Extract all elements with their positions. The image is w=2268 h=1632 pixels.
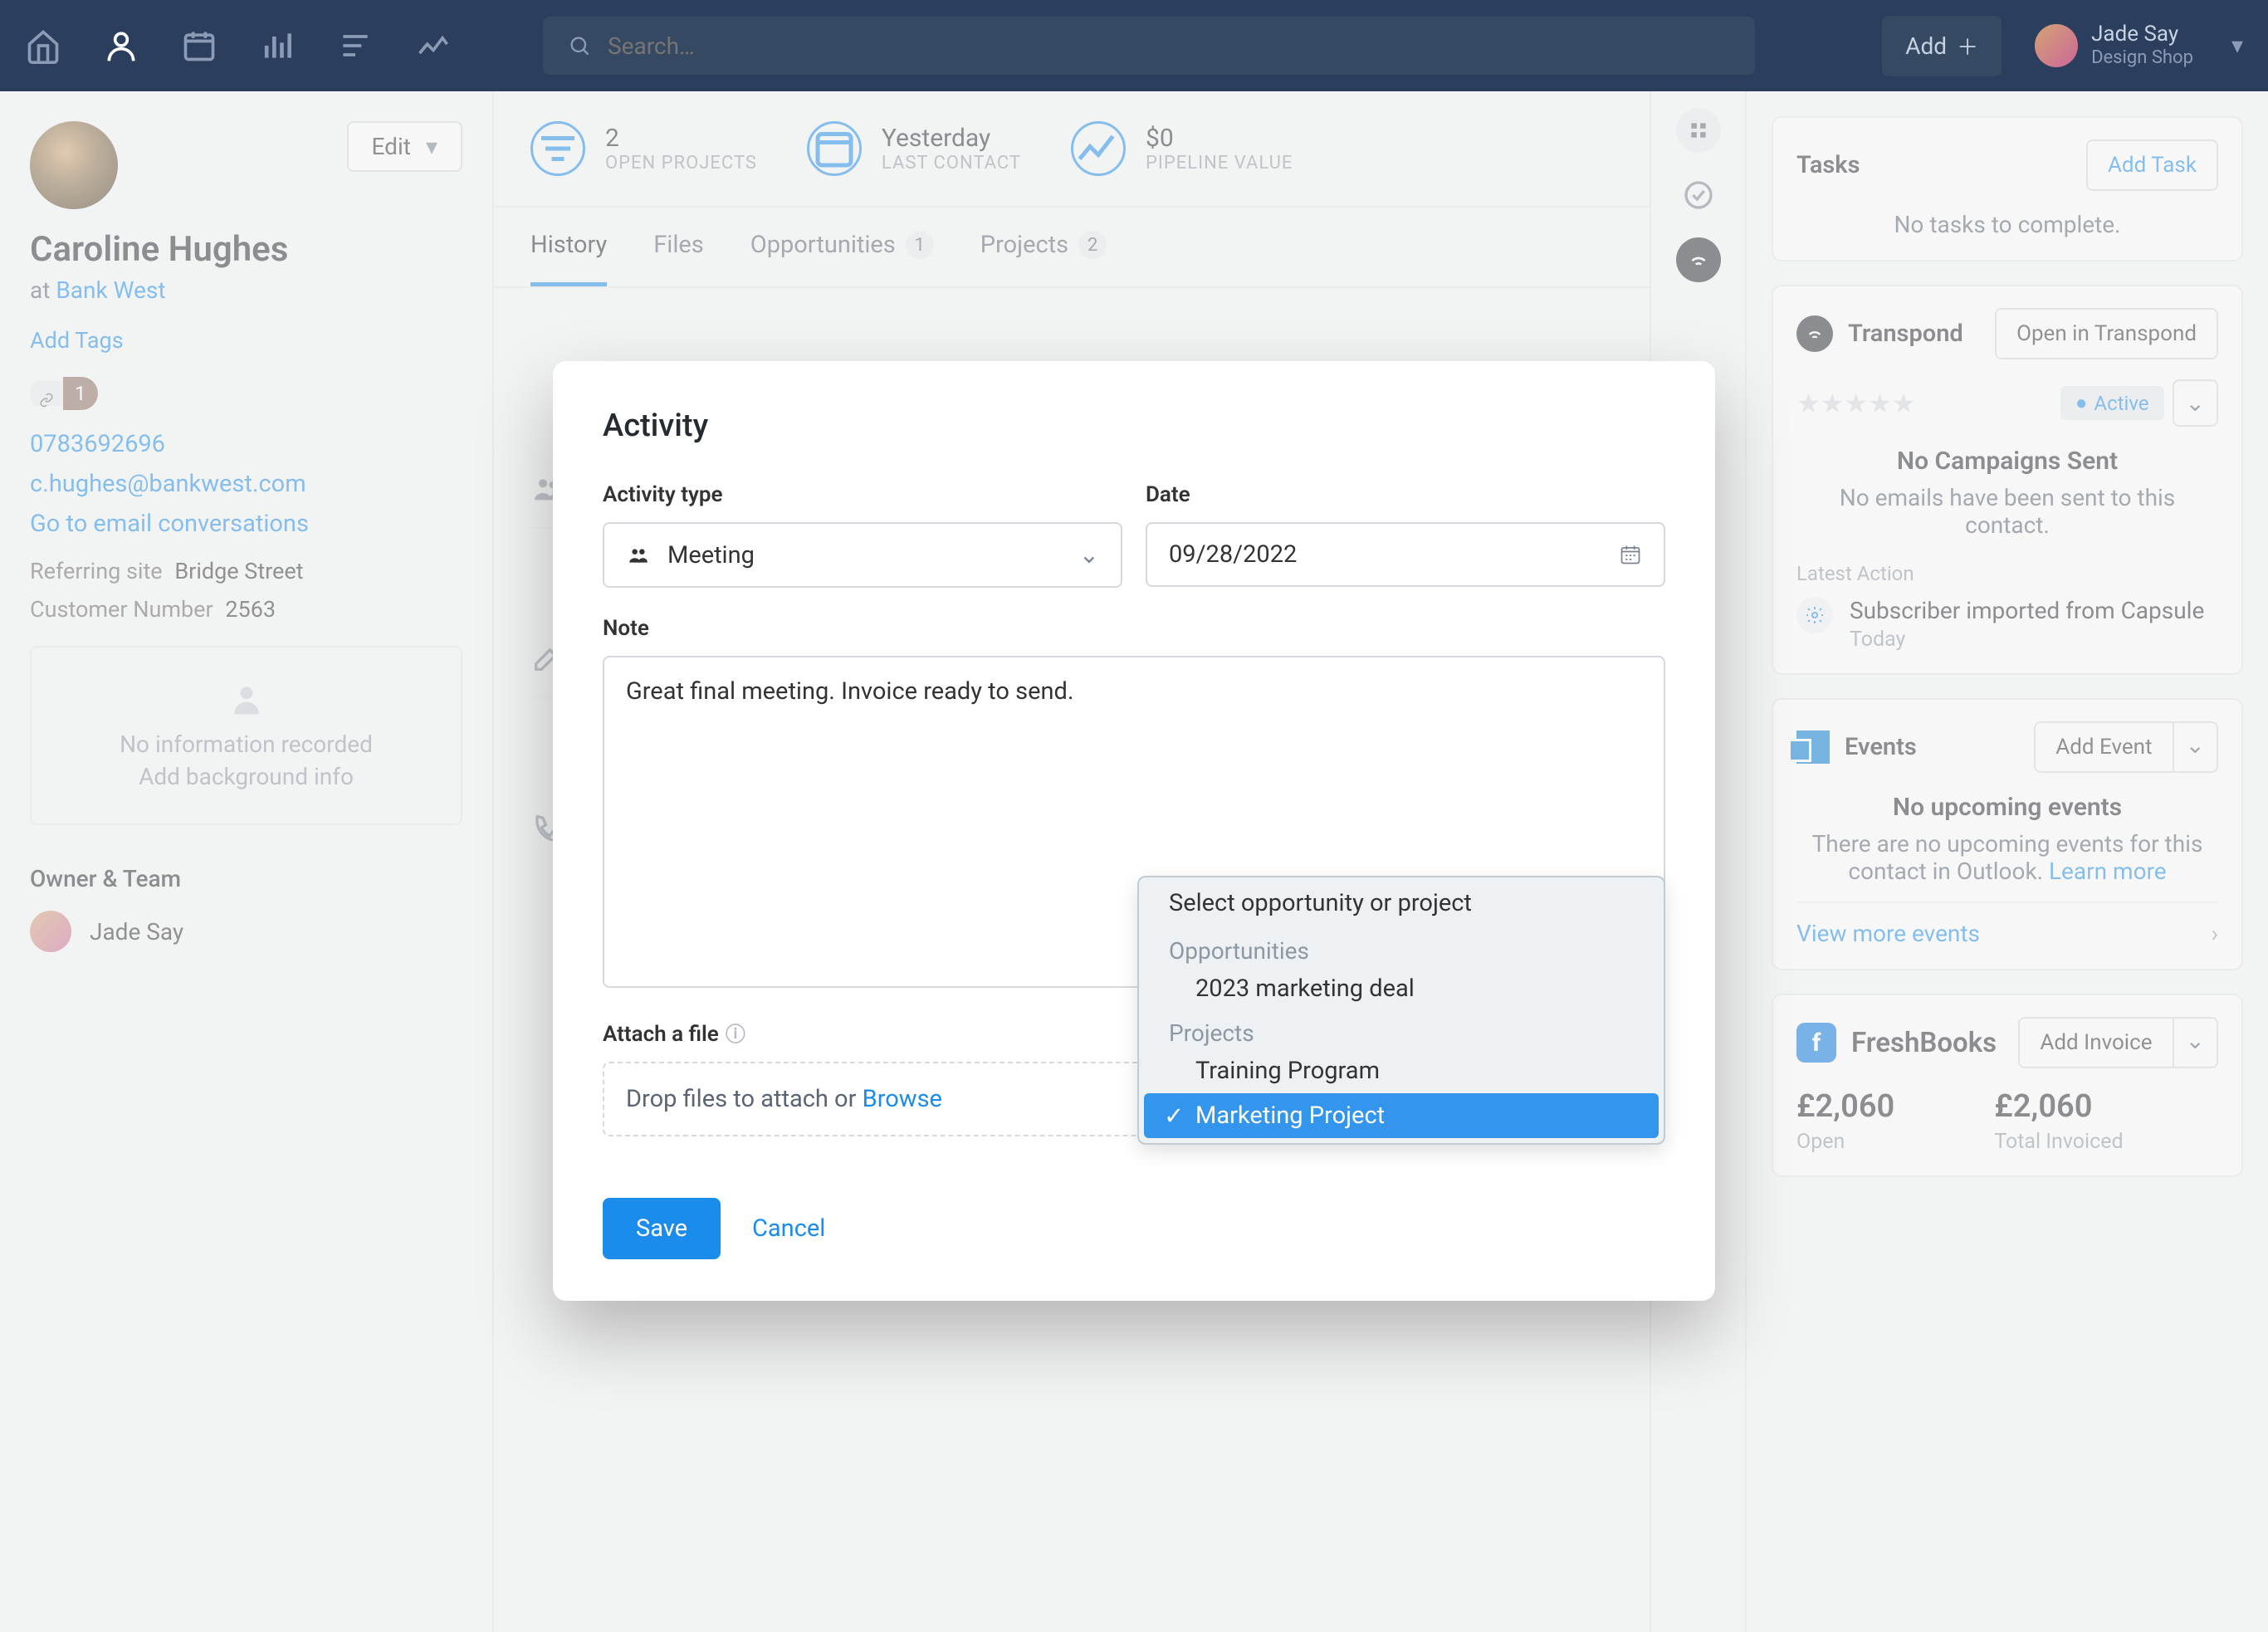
dropdown-header: Select opportunity or project <box>1139 877 1664 929</box>
chevron-down-icon: ⌄ <box>1079 540 1099 569</box>
note-label: Note <box>603 616 1665 641</box>
modal-title: Activity <box>603 408 1665 444</box>
save-button[interactable]: Save <box>603 1198 721 1259</box>
modal-backdrop: Activity Activity type Meeting ⌄ Date 09… <box>0 0 2268 1632</box>
date-input[interactable]: 09/28/2022 <box>1146 522 1665 587</box>
activity-type-label: Activity type <box>603 482 1122 507</box>
date-value: 09/28/2022 <box>1169 540 1297 569</box>
dropdown-option[interactable]: Training Program <box>1139 1048 1664 1093</box>
dropdown-option[interactable]: 2023 marketing deal <box>1139 966 1664 1011</box>
activity-type-value: Meeting <box>667 541 755 569</box>
date-label: Date <box>1146 482 1665 507</box>
info-icon[interactable]: ⓘ <box>726 1023 745 1046</box>
browse-link[interactable]: Browse <box>863 1085 942 1113</box>
dropdown-group: Projects <box>1139 1011 1664 1048</box>
link-select-dropdown: Select opportunity or project Opportunit… <box>1137 876 1665 1145</box>
dropdown-group: Opportunities <box>1139 929 1664 966</box>
people-icon <box>626 545 651 566</box>
dropdown-option-selected[interactable]: Marketing Project <box>1144 1093 1659 1138</box>
activity-type-select[interactable]: Meeting ⌄ <box>603 522 1122 588</box>
activity-modal: Activity Activity type Meeting ⌄ Date 09… <box>553 361 1715 1301</box>
cancel-button[interactable]: Cancel <box>752 1214 825 1243</box>
calendar-icon <box>1619 543 1642 566</box>
drop-text: Drop files to attach or <box>626 1085 863 1113</box>
